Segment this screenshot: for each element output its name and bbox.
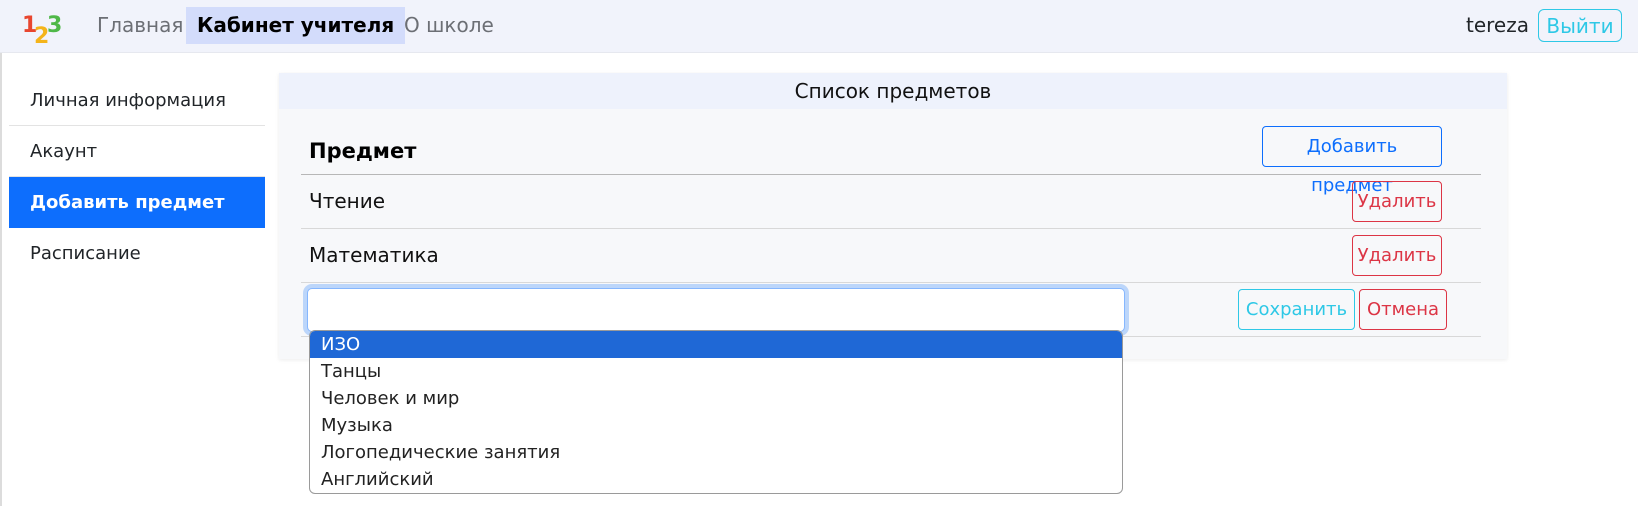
table-row: Чтение Удалить (301, 175, 1481, 229)
sidebar-item-add-subject[interactable]: Добавить предмет (9, 177, 265, 228)
nav-link-home[interactable]: Главная (86, 7, 194, 44)
dropdown-option[interactable]: Танцы (310, 358, 1122, 385)
dropdown-option[interactable]: Логопедические занятия (310, 439, 1122, 466)
window-edge (0, 0, 2, 506)
subject-name: Математика (309, 243, 439, 267)
delete-button[interactable]: Удалить (1352, 235, 1442, 276)
new-subject-row: Сохранить Отмена (301, 283, 1481, 337)
nav-link-about-school[interactable]: О школе (393, 7, 505, 44)
dropdown-option[interactable]: Человек и мир (310, 385, 1122, 412)
add-subject-button[interactable]: Добавить предмет (1262, 126, 1442, 196)
top-navbar: 1 2 3 Главная Кабинет учителя О школе te… (0, 0, 1638, 53)
school-logo-icon[interactable]: 1 2 3 (22, 10, 64, 49)
new-subject-input[interactable] (307, 288, 1125, 332)
subjects-table: Предмет Добавить предмет Чтение Удалить … (301, 121, 1481, 337)
subjects-card: Список предметов Предмет Добавить предме… (279, 73, 1507, 359)
subject-options-dropdown: ИЗО Танцы Человек и мир Музыка Логопедич… (309, 330, 1123, 494)
dropdown-option[interactable]: Музыка (310, 412, 1122, 439)
username-label: tereza (1466, 13, 1529, 37)
dropdown-option[interactable]: Английский (310, 466, 1122, 493)
subject-name: Чтение (309, 189, 386, 213)
nav-link-teacher-cabinet[interactable]: Кабинет учителя (186, 7, 406, 44)
svg-text:3: 3 (47, 13, 62, 38)
sidebar-item-account[interactable]: Акаунт (9, 126, 265, 177)
sidebar: Личная информация Акаунт Добавить предме… (9, 75, 265, 279)
cancel-button[interactable]: Отмена (1359, 289, 1447, 330)
delete-button[interactable]: Удалить (1352, 181, 1442, 222)
table-header-row: Предмет Добавить предмет (301, 121, 1481, 196)
sidebar-item-personal-info[interactable]: Личная информация (9, 75, 265, 126)
dropdown-option[interactable]: ИЗО (310, 331, 1122, 358)
sidebar-item-schedule[interactable]: Расписание (9, 228, 265, 279)
logout-button[interactable]: Выйти (1538, 9, 1622, 42)
save-button[interactable]: Сохранить (1238, 289, 1355, 330)
table-row: Математика Удалить (301, 229, 1481, 283)
column-header-subject: Предмет (309, 139, 417, 163)
card-title: Список предметов (279, 73, 1507, 109)
